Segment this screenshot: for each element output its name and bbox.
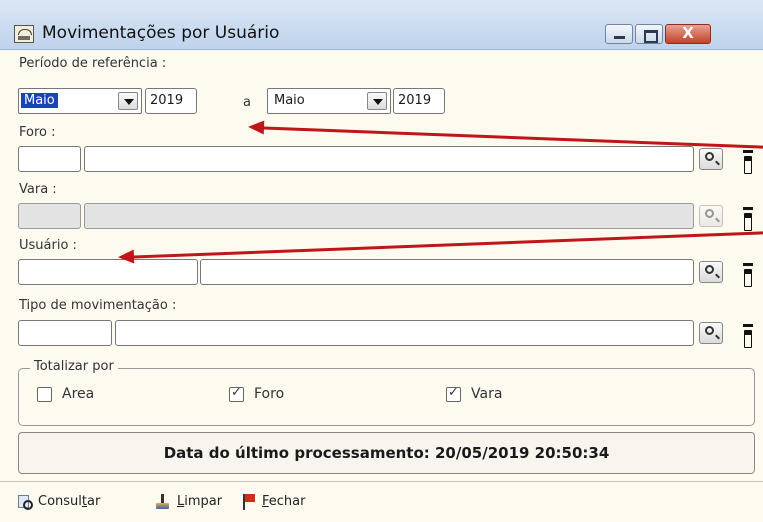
toolbar-separator — [0, 481, 763, 482]
foro-code-input[interactable] — [18, 146, 81, 172]
periodo-label: Período de referência : — [19, 56, 167, 71]
tipo-code-input[interactable] — [18, 320, 112, 346]
totalizar-title: Totalizar por — [30, 359, 118, 374]
consultar-button[interactable]: Consultar — [38, 494, 100, 509]
search-icon — [705, 265, 714, 274]
window: Movimentações por Usuário X Período de r… — [0, 0, 763, 522]
end-year-input[interactable]: 2019 — [393, 88, 445, 114]
maximize-button[interactable] — [635, 24, 663, 44]
vara-label: Vara : — [19, 182, 57, 197]
vara-search-button[interactable] — [699, 205, 723, 227]
periodo-separator: a — [243, 95, 251, 110]
vara-checkbox-label[interactable]: Vara — [471, 386, 502, 402]
app-icon — [14, 25, 34, 43]
usuario-name-input[interactable] — [200, 259, 694, 285]
foro-label: Foro : — [19, 125, 56, 140]
title-bar[interactable]: Movimentações por Usuário X — [0, 0, 763, 50]
tipo-name-input[interactable] — [115, 320, 694, 346]
foro-name-input[interactable] — [84, 146, 694, 172]
end-month-select[interactable]: Maio — [267, 88, 391, 114]
area-checkbox-label[interactable]: Area — [62, 386, 94, 402]
tipo-search-button[interactable] — [699, 322, 723, 344]
vara-checkbox[interactable] — [446, 385, 461, 402]
fechar-icon — [240, 494, 256, 510]
vara-pin-icon[interactable] — [743, 207, 753, 231]
foro-checkbox[interactable] — [229, 385, 244, 402]
usuario-label: Usuário : — [19, 238, 77, 253]
window-title: Movimentações por Usuário — [42, 23, 280, 43]
search-icon — [705, 209, 714, 218]
fechar-button[interactable]: Fechar — [262, 494, 305, 509]
annotation-arrow-icon — [121, 231, 763, 259]
consultar-icon — [16, 494, 33, 510]
foro-search-button[interactable] — [699, 148, 723, 170]
start-month-select[interactable]: Maio — [18, 88, 142, 114]
chevron-down-icon[interactable] — [118, 92, 138, 110]
usuario-code-input[interactable] — [18, 259, 198, 285]
totalizar-group — [18, 368, 755, 426]
tipo-label: Tipo de movimentação : — [19, 298, 177, 313]
end-month-value: Maio — [274, 93, 305, 108]
chevron-down-icon[interactable] — [367, 92, 387, 110]
search-icon — [705, 152, 714, 161]
limpar-icon — [155, 494, 171, 510]
tipo-pin-icon[interactable] — [743, 324, 753, 348]
area-checkbox[interactable] — [37, 387, 52, 402]
limpar-button[interactable]: Limpar — [177, 494, 222, 509]
minimize-button[interactable] — [605, 24, 633, 44]
foro-pin-icon[interactable] — [743, 150, 753, 174]
start-month-value: Maio — [21, 93, 58, 108]
last-processing-text: Data do último processamento: 20/05/2019… — [163, 444, 610, 462]
vara-code-input[interactable] — [18, 203, 81, 229]
foro-checkbox-label[interactable]: Foro — [254, 386, 284, 402]
last-processing-box: Data do último processamento: 20/05/2019… — [18, 432, 755, 474]
search-icon — [705, 326, 714, 335]
close-button[interactable]: X — [665, 24, 711, 44]
close-icon: X — [682, 24, 694, 42]
vara-name-input[interactable] — [84, 203, 694, 229]
usuario-pin-icon[interactable] — [743, 263, 753, 287]
usuario-search-button[interactable] — [699, 261, 723, 283]
start-year-input[interactable]: 2019 — [145, 88, 197, 114]
